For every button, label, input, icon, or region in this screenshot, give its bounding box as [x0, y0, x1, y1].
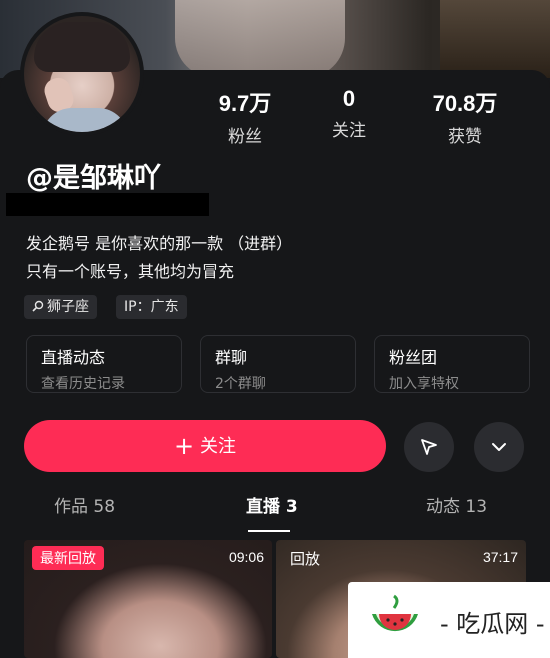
cover-figure	[175, 0, 345, 78]
stat-label: 粉丝	[228, 127, 262, 147]
card-title: 群聊	[215, 348, 248, 367]
watermark-text: - 吃瓜网 -	[440, 610, 545, 638]
plus-icon: +	[173, 432, 195, 460]
card-title: 直播动态	[41, 348, 106, 367]
stat-following[interactable]: 0 关注	[294, 86, 404, 141]
stat-value: 9.7万	[218, 91, 272, 116]
profile-stats: 9.7万 粉丝 0 关注 70.8万 获赞	[190, 86, 530, 147]
avatar[interactable]	[20, 12, 144, 136]
tag-zodiac[interactable]: 狮子座	[24, 295, 97, 319]
tab-works[interactable]: 作品 58	[54, 492, 115, 517]
video-duration: 37:17	[482, 549, 518, 565]
more-options-button[interactable]	[474, 422, 524, 472]
stat-value: 0	[342, 86, 356, 111]
card-fan-club[interactable]: 粉丝团 加入享特权	[374, 335, 530, 393]
content-tabs: 作品 58 直播 3 动态 13	[0, 492, 550, 532]
chevron-down-icon	[492, 443, 506, 451]
bio-line: 发企鹅号 是你喜欢的那一款 （进群）	[26, 234, 293, 253]
send-icon	[421, 439, 437, 455]
card-subtitle: 查看历史记录	[41, 376, 125, 392]
tag-label: 狮子座	[47, 299, 89, 315]
stat-label: 关注	[332, 121, 366, 141]
bio-line: 只有一个账号，其他均为冒充	[26, 262, 235, 281]
tab-updates[interactable]: 动态 13	[426, 492, 487, 517]
follow-label: 关注	[200, 436, 237, 457]
stat-value: 70.8万	[432, 91, 498, 116]
watermelon-logo-icon	[372, 594, 418, 632]
stat-likes[interactable]: 70.8万 获赞	[410, 86, 520, 147]
stat-label: 获赞	[448, 127, 482, 147]
profile-bio: 发企鹅号 是你喜欢的那一款 （进群） 只有一个账号，其他均为冒充	[26, 230, 292, 286]
tab-live[interactable]: 直播 3	[246, 492, 298, 517]
video-duration: 09:06	[228, 549, 264, 565]
share-button[interactable]	[404, 422, 454, 472]
search-icon	[32, 300, 44, 312]
active-tab-indicator	[248, 530, 290, 532]
username: @是邹琳吖	[26, 163, 161, 194]
avatar-photo	[24, 16, 140, 132]
card-group-chat[interactable]: 群聊 2个群聊	[200, 335, 356, 393]
cover-background-decor	[440, 0, 550, 78]
tag-label: IP：广东	[124, 299, 179, 315]
card-title: 粉丝团	[389, 348, 438, 367]
card-subtitle: 2个群聊	[215, 376, 266, 392]
stat-fans[interactable]: 9.7万 粉丝	[190, 86, 300, 147]
tag-ip-location: IP：广东	[116, 295, 187, 319]
watermark: - 吃瓜网 -	[348, 582, 550, 658]
follow-button[interactable]: + 关注	[24, 420, 386, 472]
card-subtitle: 加入享特权	[389, 376, 459, 392]
replay-badge: 回放	[290, 550, 321, 568]
redaction-bar	[6, 193, 209, 216]
video-thumbnail[interactable]: 最新回放 09:06	[24, 540, 272, 658]
card-live-updates[interactable]: 直播动态 查看历史记录	[26, 335, 182, 393]
replay-badge: 最新回放	[32, 546, 104, 570]
